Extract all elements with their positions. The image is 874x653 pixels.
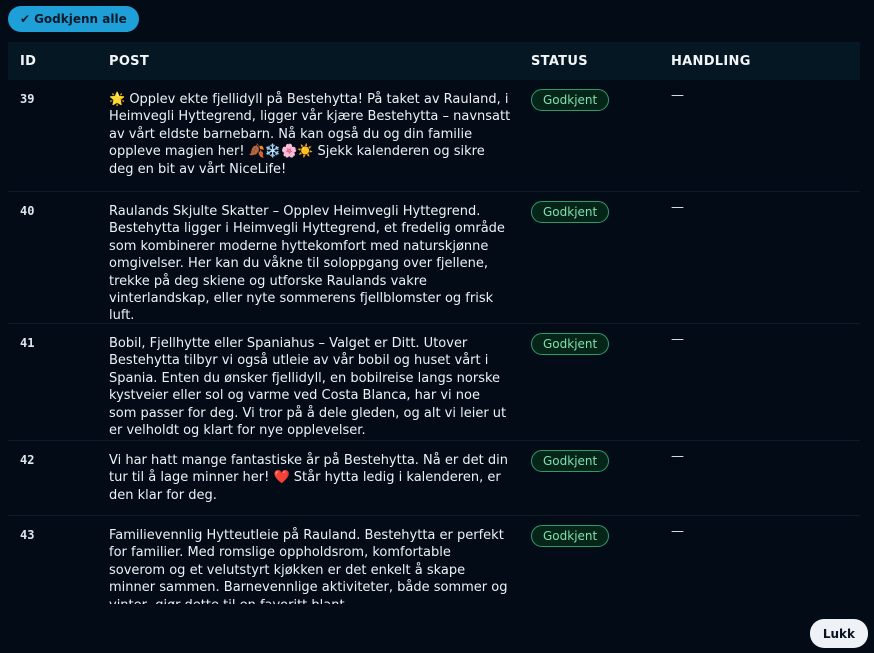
column-header-status: STATUS (531, 53, 588, 69)
status-cell: Godkjent (531, 450, 610, 472)
row-id: 43 (20, 528, 35, 542)
status-badge: Godkjent (531, 201, 610, 223)
column-header-handling: HANDLING (671, 53, 751, 69)
table-row: 40 Raulands Skjulte Skatter – Opplev Hei… (8, 192, 860, 324)
status-cell: Godkjent (531, 333, 610, 355)
row-id: 40 (20, 204, 35, 218)
status-badge: Godkjent (531, 333, 610, 355)
row-post: 🌟 Opplev ekte fjellidyll på Bestehytta! … (109, 92, 511, 177)
row-action: — (671, 88, 684, 103)
table-header: ID POST STATUS HANDLING (8, 42, 860, 80)
check-icon: ✔ (20, 12, 31, 26)
column-header-post: POST (109, 53, 150, 69)
status-badge: Godkjent (531, 525, 610, 547)
row-post: Familievennlig Hytteutleie på Rauland. B… (109, 528, 508, 604)
approve-all-label: Godkjenn alle (34, 12, 127, 26)
row-id: 41 (20, 336, 35, 350)
table-row: 43 Familievennlig Hytteutleie på Rauland… (8, 516, 860, 604)
status-badge: Godkjent (531, 89, 610, 111)
row-action: — (671, 332, 684, 347)
status-cell: Godkjent (531, 525, 610, 547)
row-id: 42 (20, 453, 35, 467)
table-row: 39 🌟 Opplev ekte fjellidyll på Bestehytt… (8, 80, 860, 192)
row-post: Raulands Skjulte Skatter – Opplev Heimve… (109, 204, 505, 324)
column-header-id: ID (20, 53, 37, 69)
approve-all-button[interactable]: ✔ Godkjenn alle (8, 6, 139, 32)
close-button[interactable]: Lukk (809, 619, 868, 648)
row-action: — (671, 200, 684, 215)
status-badge: Godkjent (531, 450, 610, 472)
posts-table: ID POST STATUS HANDLING 39 🌟 Opplev ekte… (8, 42, 860, 604)
status-cell: Godkjent (531, 89, 610, 111)
table-row: 42 Vi har hatt mange fantastiske år på B… (8, 441, 860, 516)
row-post: Bobil, Fjellhytte eller Spaniahus – Valg… (109, 336, 507, 439)
row-id: 39 (20, 92, 35, 106)
status-cell: Godkjent (531, 201, 610, 223)
row-action: — (671, 449, 684, 464)
row-action: — (671, 524, 684, 539)
table-row: 41 Bobil, Fjellhytte eller Spaniahus – V… (8, 324, 860, 441)
row-post: Vi har hatt mange fantastiske år på Best… (109, 453, 508, 503)
